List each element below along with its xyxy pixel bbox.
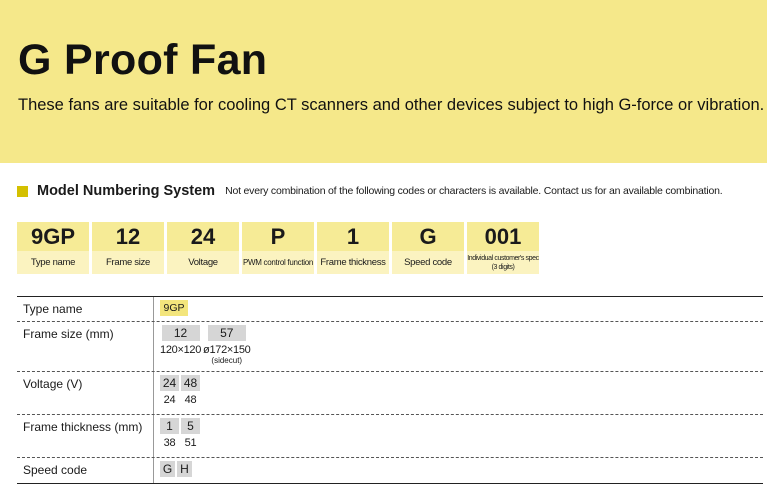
spec-values: 24 24 48 48	[153, 372, 763, 414]
code-value: 9GP	[17, 222, 89, 251]
code-value: 1	[317, 222, 389, 251]
code-frame-thickness: 1 Frame thickness	[317, 222, 389, 274]
code-description: Frame thickness	[320, 257, 386, 268]
code-customer-spec: 001 Individual customer's spec (3 digits…	[467, 222, 539, 274]
code-speed: G Speed code	[392, 222, 464, 274]
spec-row-frame-size: Frame size (mm) 12 120×120 57 ø172×150 (…	[17, 322, 763, 372]
code-value: 12	[92, 222, 164, 251]
value-chip: 48	[181, 375, 200, 391]
code-type-name: 9GP Type name	[17, 222, 89, 274]
value-size: 38	[163, 437, 176, 449]
spec-label: Frame thickness (mm)	[23, 420, 143, 434]
spec-value: 48 48	[181, 375, 200, 411]
value-size: 120×120	[160, 344, 202, 356]
value-size: ø172×150	[203, 344, 251, 356]
value-size: 51	[184, 437, 197, 449]
code-description: Type name	[30, 257, 76, 268]
section-note: Not every combination of the following c…	[225, 185, 723, 197]
value-chip: 57	[207, 325, 246, 341]
spec-values: 12 120×120 57 ø172×150 (sidecut)	[153, 322, 763, 371]
spec-values: 9GP	[153, 297, 763, 321]
code-value: 001	[467, 222, 539, 251]
value-note: (sidecut)	[211, 356, 243, 365]
spec-label: Voltage (V)	[23, 377, 83, 391]
code-description: Voltage	[188, 257, 218, 268]
code-description: Individual customer's spec (3 digits)	[467, 254, 539, 271]
spec-value: 1 38	[160, 418, 179, 454]
spec-value: H	[177, 461, 192, 480]
value-chip: 12	[161, 325, 200, 341]
value-chip: 5	[181, 418, 200, 434]
spec-row-frame-thickness: Frame thickness (mm) 1 38 5 51	[17, 415, 763, 458]
code-description: PWM control function	[242, 258, 314, 267]
code-pwm: P PWM control function	[242, 222, 314, 274]
spec-value: 12 120×120	[160, 325, 201, 368]
model-code-strip: 9GP Type name 12 Frame size 24 Voltage P…	[17, 222, 542, 274]
spec-values: G H	[153, 458, 763, 483]
spec-value: 24 24	[160, 375, 179, 411]
value-chip: 24	[160, 375, 179, 391]
value-size: 48	[184, 394, 197, 406]
spec-values: 1 38 5 51	[153, 415, 763, 457]
code-value: G	[392, 222, 464, 251]
spec-table: Type name 9GP Frame size (mm) 12 120×120…	[17, 296, 763, 484]
value-chip: 9GP	[160, 300, 188, 316]
spec-row-type-name: Type name 9GP	[17, 296, 763, 322]
page-title: G Proof Fan	[18, 36, 268, 84]
spec-label: Speed code	[23, 463, 88, 477]
section-heading: Model Numbering System Not every combina…	[17, 181, 723, 201]
spec-value: 9GP	[160, 300, 188, 318]
code-value: 24	[167, 222, 239, 251]
spec-value: G	[160, 461, 175, 480]
page-subtitle: These fans are suitable for cooling CT s…	[18, 96, 765, 114]
value-chip: 1	[160, 418, 179, 434]
code-value: P	[242, 222, 314, 251]
spec-value: 5 51	[181, 418, 200, 454]
code-description: Frame size	[106, 257, 150, 268]
section-title: Model Numbering System	[37, 183, 216, 199]
spec-value: 57 ø172×150 (sidecut)	[203, 325, 251, 368]
square-bullet-icon	[17, 185, 28, 197]
spec-row-voltage: Voltage (V) 24 24 48 48	[17, 372, 763, 415]
spec-label: Type name	[23, 302, 83, 316]
code-voltage: 24 Voltage	[167, 222, 239, 274]
code-frame-size: 12 Frame size	[92, 222, 164, 274]
value-chip: G	[160, 461, 175, 477]
value-chip: H	[177, 461, 192, 477]
code-description: Speed code	[404, 257, 452, 268]
header-banner: G Proof Fan These fans are suitable for …	[0, 0, 767, 163]
value-size: 24	[163, 394, 176, 406]
spec-row-speed-code: Speed code G H	[17, 458, 763, 484]
spec-label: Frame size (mm)	[23, 327, 114, 341]
